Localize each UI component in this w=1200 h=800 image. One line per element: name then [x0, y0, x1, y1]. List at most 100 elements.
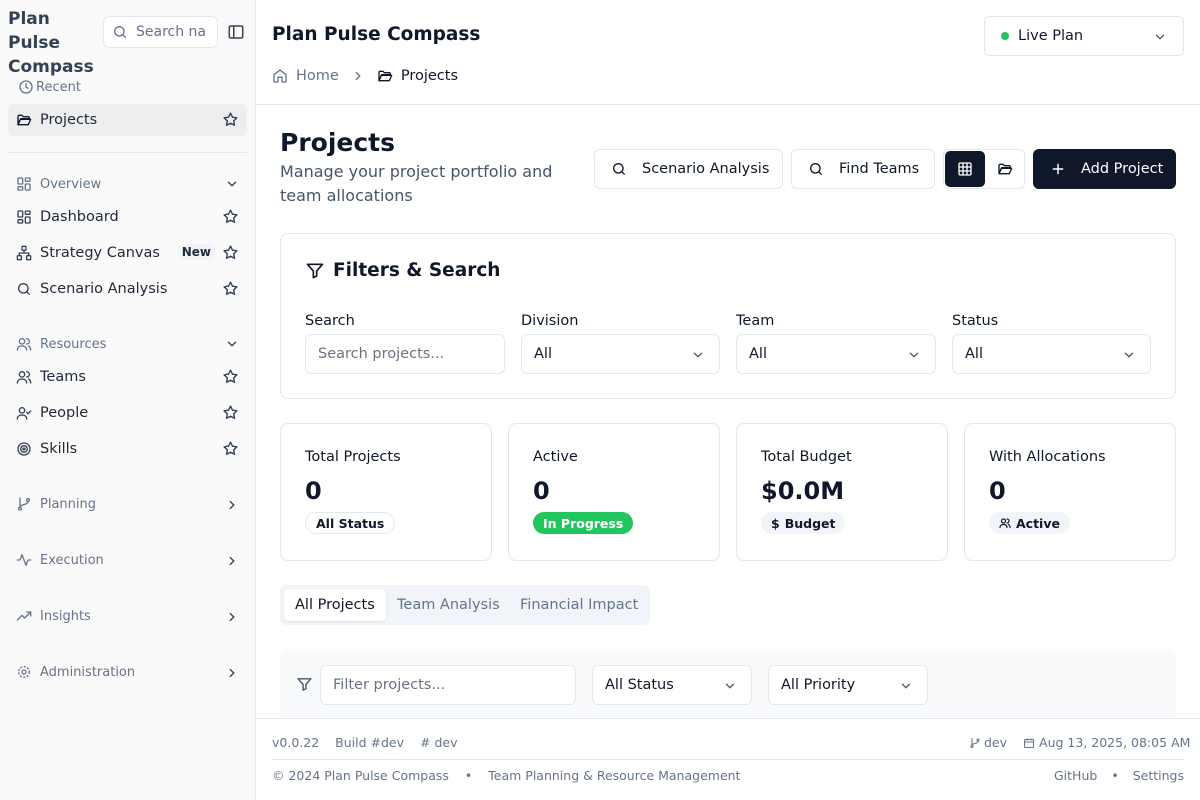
- section-execution[interactable]: Execution: [16, 552, 104, 568]
- clock-icon: [18, 79, 34, 95]
- star-icon[interactable]: [222, 440, 239, 457]
- star-icon[interactable]: [222, 244, 239, 261]
- chevron-down-icon[interactable]: [225, 177, 239, 191]
- status-label: Status: [952, 313, 999, 329]
- chevron-right-icon[interactable]: [225, 610, 239, 624]
- sidebar-item-recent-projects[interactable]: Projects: [8, 104, 247, 136]
- division-select[interactable]: All: [521, 334, 720, 374]
- star-icon[interactable]: [222, 404, 239, 421]
- section-resources[interactable]: Resources: [16, 336, 106, 352]
- section-planning[interactable]: Planning: [16, 496, 96, 512]
- target-icon: [16, 441, 32, 457]
- hash-icon: #: [420, 735, 431, 750]
- page-subtitle: Manage your project portfolio and team a…: [280, 162, 553, 205]
- sidebar-search-input[interactable]: Search na: [103, 16, 218, 48]
- chevron-down-icon: [723, 679, 737, 693]
- scenario-analysis-button[interactable]: Scenario Analysis: [594, 149, 783, 189]
- github-link[interactable]: GitHub: [1054, 768, 1097, 783]
- star-icon[interactable]: [222, 280, 239, 297]
- hash-text: dev: [434, 735, 458, 750]
- search-label: Search: [305, 313, 355, 329]
- users-icon: [999, 517, 1011, 529]
- new-badge: New: [177, 244, 215, 260]
- stat-title: Active: [533, 449, 578, 465]
- status-filter-select[interactable]: All Status: [592, 665, 752, 705]
- chevron-right-icon[interactable]: [225, 666, 239, 680]
- git-branch-icon: [969, 737, 981, 749]
- gear-icon: [16, 664, 32, 680]
- section-overview[interactable]: Overview: [16, 176, 101, 192]
- sidebar-divider: [8, 152, 247, 153]
- plan-select[interactable]: Live Plan: [984, 16, 1184, 56]
- users-icon: [16, 336, 32, 352]
- sidebar-item-people[interactable]: People: [8, 397, 247, 429]
- chevron-down-icon[interactable]: [225, 337, 239, 351]
- sidebar-item-teams[interactable]: Teams: [8, 361, 247, 393]
- plus-icon: [1050, 161, 1066, 177]
- view-toggle: [943, 149, 1025, 189]
- sidebar-toggle-icon[interactable]: [227, 23, 245, 41]
- filter-icon: [296, 676, 313, 693]
- folder-open-icon: [16, 112, 32, 128]
- stat-title: Total Budget: [761, 449, 852, 465]
- folder-open-icon: [377, 68, 393, 84]
- tagline-text: Team Planning & Resource Management: [488, 768, 741, 783]
- recent-section-label: Recent: [16, 79, 81, 95]
- chevron-down-icon: [1153, 30, 1167, 44]
- chevron-down-icon: [691, 348, 705, 362]
- stat-title: With Allocations: [989, 449, 1106, 465]
- stat-value: 0: [305, 477, 322, 505]
- branch-info: dev Aug 13, 2025, 08:05 AM: [969, 735, 1190, 750]
- sidebar-item-dashboard[interactable]: Dashboard: [8, 201, 247, 233]
- star-icon[interactable]: [222, 111, 239, 128]
- settings-link[interactable]: Settings: [1133, 768, 1184, 783]
- trending-up-icon: [16, 608, 32, 624]
- sidebar-item-scenario-analysis[interactable]: Scenario Analysis: [8, 273, 247, 305]
- stat-title: Total Projects: [305, 449, 401, 465]
- sidebar-item-skills[interactable]: Skills: [8, 433, 247, 465]
- project-search-input[interactable]: Search projects...: [305, 334, 505, 374]
- add-project-button[interactable]: Add Project: [1033, 149, 1176, 189]
- allocation-badge: Active: [989, 512, 1070, 534]
- team-label: Team: [736, 313, 775, 329]
- budget-badge: $ Budget: [761, 512, 846, 534]
- folder-view-button[interactable]: [985, 151, 1025, 187]
- filter-projects-input[interactable]: Filter projects...: [320, 665, 576, 705]
- filters-card: [280, 233, 1176, 399]
- team-select[interactable]: All: [736, 334, 936, 374]
- sidebar: Plan Pulse Compass Search na Recent Proj…: [0, 0, 256, 800]
- breadcrumb-projects: Projects: [377, 68, 458, 84]
- stat-value: 0: [989, 477, 1006, 505]
- user-check-icon: [16, 405, 32, 421]
- status-badge: All Status: [305, 512, 396, 534]
- division-label: Division: [521, 313, 579, 329]
- section-insights[interactable]: Insights: [16, 608, 91, 624]
- priority-filter-select[interactable]: All Priority: [768, 665, 928, 705]
- tab-team-analysis[interactable]: Team Analysis: [386, 589, 511, 621]
- search-icon: [808, 161, 824, 177]
- chevron-right-icon[interactable]: [225, 498, 239, 512]
- page-title: Projects: [280, 128, 396, 157]
- chevron-right-icon[interactable]: [225, 554, 239, 568]
- tab-all-projects[interactable]: All Projects: [284, 589, 386, 621]
- dollar-icon: $: [771, 515, 780, 531]
- breadcrumb-home[interactable]: Home: [272, 68, 339, 84]
- find-teams-button[interactable]: Find Teams: [791, 149, 935, 189]
- star-icon[interactable]: [222, 208, 239, 225]
- sidebar-search-placeholder: Search na: [136, 24, 206, 40]
- grid-icon: [957, 161, 973, 177]
- sidebar-item-strategy-canvas[interactable]: Strategy Canvas New: [8, 237, 247, 269]
- footer-left: © 2024 Plan Pulse Compass • Team Plannin…: [272, 768, 740, 783]
- stat-value: 0: [533, 477, 550, 505]
- section-administration[interactable]: Administration: [16, 664, 135, 680]
- search-icon: [611, 161, 627, 177]
- chevron-down-icon: [907, 348, 921, 362]
- copyright-text: © 2024 Plan Pulse Compass: [272, 768, 449, 783]
- star-icon[interactable]: [222, 368, 239, 385]
- status-select[interactable]: All: [952, 334, 1151, 374]
- breadcrumb: Home Projects: [272, 68, 458, 84]
- tab-financial-impact[interactable]: Financial Impact: [509, 589, 649, 621]
- home-icon: [272, 68, 288, 84]
- header-title: Plan Pulse Compass: [272, 24, 481, 45]
- grid-view-button[interactable]: [945, 151, 985, 187]
